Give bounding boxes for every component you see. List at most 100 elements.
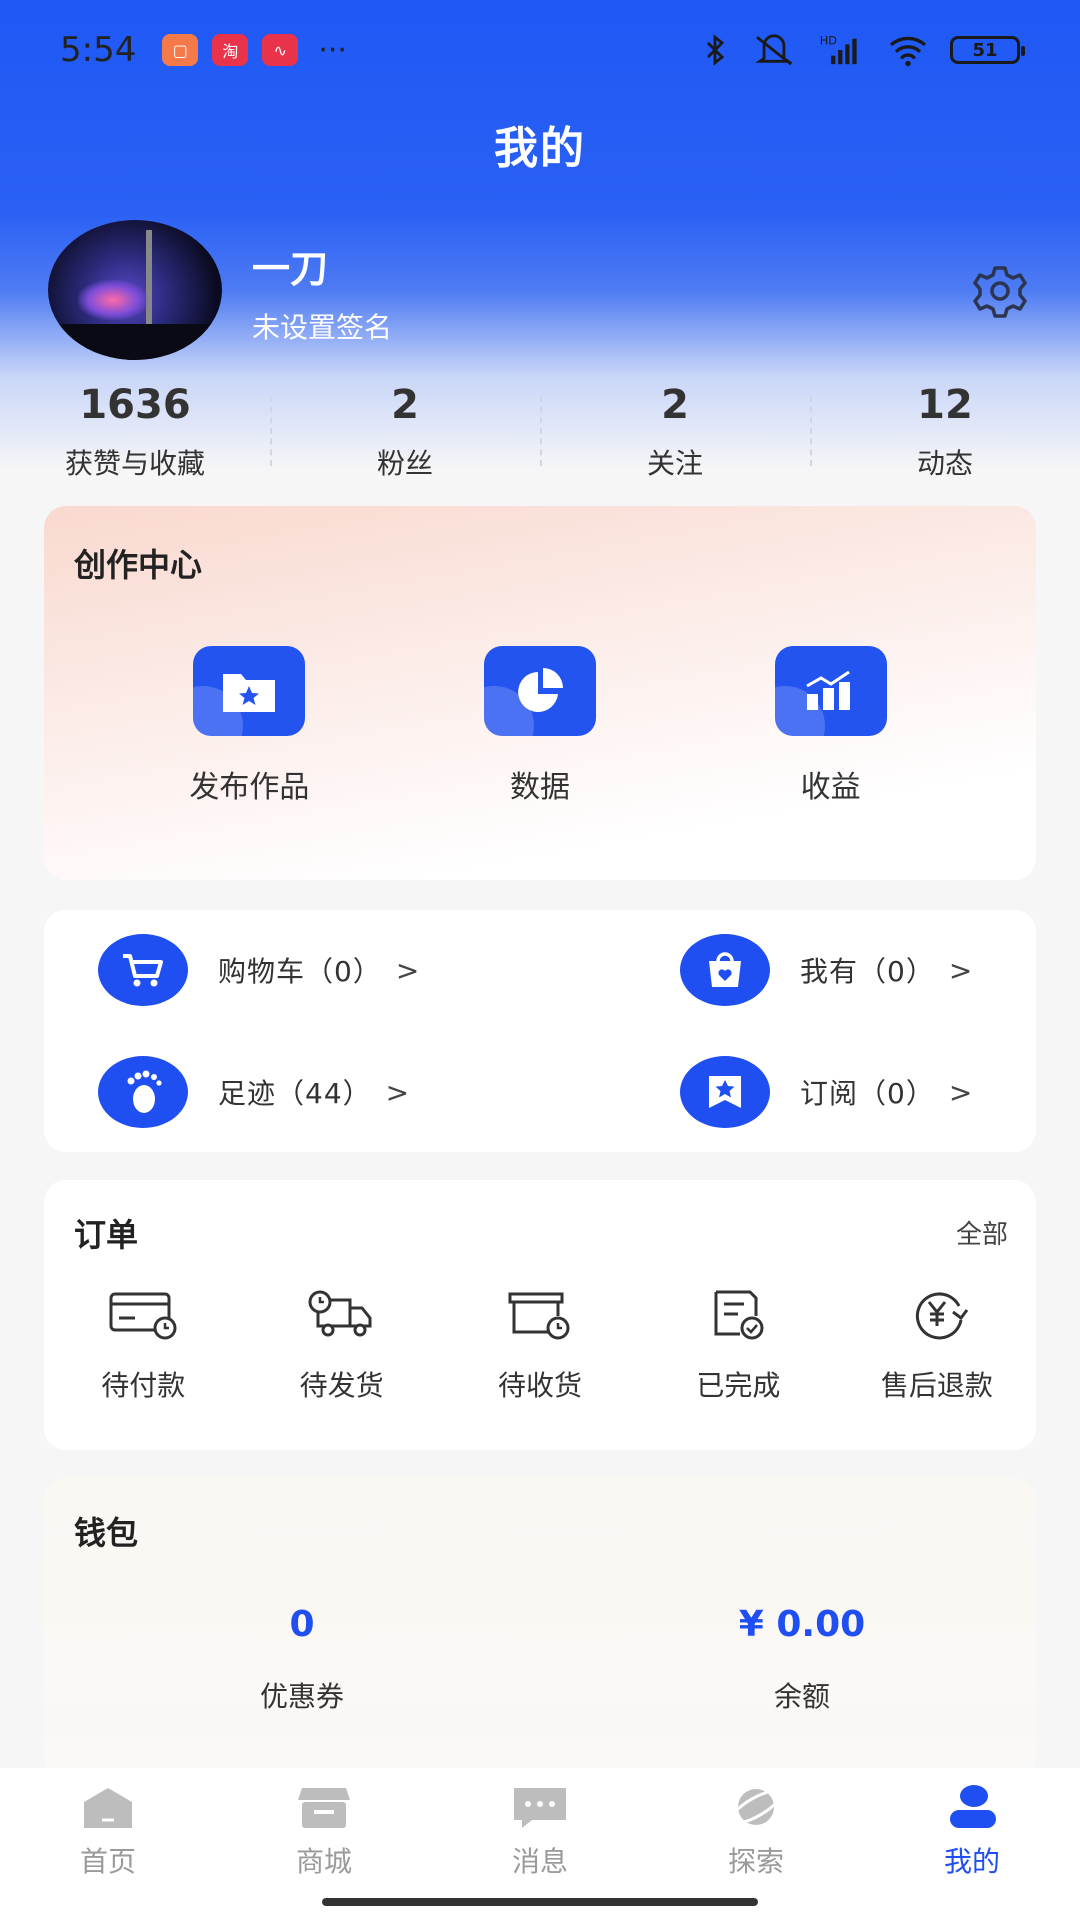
truck-clock-icon <box>308 1290 372 1337</box>
doc-check-icon <box>714 1290 764 1340</box>
order-pending-shipment[interactable]: 待发货 <box>242 1286 440 1404</box>
signal-icon: HD <box>820 33 857 65</box>
bluetooth-icon <box>706 34 725 66</box>
app-notification-icon: ▢ <box>162 34 199 66</box>
tab-explore-label: 探索 <box>727 1845 784 1878</box>
orders-title: 订单 <box>74 1216 139 1254</box>
message-icon <box>514 1788 566 1828</box>
owned-label: 我有（0） <box>800 955 935 988</box>
order-completed[interactable]: 已完成 <box>639 1286 837 1404</box>
orders-card: 订单 全部 待付款 待发货 待收货 已完成 售后退款 <box>44 1180 1036 1450</box>
cart-shortcut[interactable]: 购物车（0） > <box>98 934 419 1006</box>
data-button[interactable]: 数据 <box>445 646 635 806</box>
stat-label: 粉丝 <box>376 447 433 480</box>
chevron-right-icon: > <box>385 1075 410 1109</box>
stat-value: 12 <box>917 382 973 428</box>
orders-all-link[interactable]: 全部 <box>956 1214 1008 1251</box>
cart-icon <box>98 934 188 1006</box>
stat-label: 获赞与收藏 <box>64 447 205 480</box>
creation-center-title: 创作中心 <box>74 546 203 584</box>
settings-gear-icon[interactable] <box>964 262 1036 320</box>
earnings-label: 收益 <box>800 770 861 805</box>
mute-icon <box>755 34 793 66</box>
pie-chart-icon <box>483 646 596 736</box>
coupon-count: 0 <box>289 1604 315 1645</box>
owned-shortcut[interactable]: 我有（0） > <box>680 934 972 1006</box>
status-system-icons: HD 51 <box>698 33 1025 67</box>
folder-star-icon <box>193 646 306 736</box>
subscription-label: 订阅（0） <box>800 1077 935 1110</box>
tab-store-label: 商城 <box>295 1845 352 1878</box>
avatar-photo-lights <box>78 280 148 320</box>
order-pending-receipt-label: 待收货 <box>498 1369 583 1402</box>
footprint-icon <box>98 1056 188 1128</box>
tab-messages-label: 消息 <box>511 1845 568 1878</box>
card-clock-icon <box>109 1292 177 1340</box>
creation-center-card: 创作中心 发布作品 数据 收益 <box>44 506 1036 880</box>
balance-amount: ¥ 0.00 <box>738 1604 866 1645</box>
wallet-title: 钱包 <box>74 1514 139 1552</box>
footprint-label: 足迹（44） <box>218 1077 372 1110</box>
tab-home-label: 首页 <box>79 1845 136 1878</box>
username[interactable]: 一刀 <box>252 238 328 293</box>
bag-heart-icon <box>680 934 770 1006</box>
order-pending-payment-label: 待付款 <box>101 1369 186 1402</box>
status-bar: 5:54 ▢ 淘 ∿ ··· HD 51 <box>0 0 1080 100</box>
order-refund-label: 售后退款 <box>880 1369 993 1402</box>
page-title: 我的 <box>494 123 586 174</box>
subscription-shortcut[interactable]: 订阅（0） > <box>680 1056 972 1128</box>
stat-value: 2 <box>391 382 419 428</box>
stat-label: 动态 <box>916 447 973 480</box>
cart-label: 购物车（0） <box>218 955 382 988</box>
battery-icon: 51 <box>950 36 1025 64</box>
status-more-icon: ··· <box>318 32 347 68</box>
publish-work-button[interactable]: 发布作品 <box>154 646 344 806</box>
chevron-right-icon: > <box>948 1075 973 1109</box>
avatar-photo-crowd <box>48 324 222 360</box>
order-pending-shipment-label: 待发货 <box>299 1369 384 1402</box>
publish-work-label: 发布作品 <box>189 770 310 805</box>
home-indicator[interactable] <box>322 1898 758 1906</box>
tab-home[interactable]: 首页 <box>0 1782 216 1920</box>
avatar[interactable] <box>48 220 222 360</box>
stat-fans[interactable]: 2 粉丝 <box>270 382 540 482</box>
wallet-card: 钱包 0 优惠券 ¥ 0.00 余额 <box>44 1478 1036 1778</box>
footprint-shortcut[interactable]: 足迹（44） > <box>98 1056 409 1128</box>
yuan-refund-icon <box>915 1292 969 1340</box>
tab-profile-label: 我的 <box>943 1845 1000 1878</box>
stat-following[interactable]: 2 关注 <box>540 382 810 482</box>
status-time: 5:54 <box>60 30 137 70</box>
chevron-right-icon: > <box>395 953 420 987</box>
order-pending-payment[interactable]: 待付款 <box>44 1286 242 1404</box>
shortcuts-card: 购物车（0） > 我有（0） > 足迹（44） > 订阅（0） > <box>44 910 1036 1152</box>
signature[interactable]: 未设置签名 <box>252 306 392 346</box>
balance-label: 余额 <box>773 1680 830 1713</box>
stat-likes[interactable]: 1636 获赞与收藏 <box>0 382 270 482</box>
taobao-notification-icon: 淘 <box>212 34 249 66</box>
data-label: 数据 <box>509 770 570 805</box>
earnings-button[interactable]: 收益 <box>736 646 926 806</box>
wifi-icon <box>889 36 927 67</box>
profile-stats: 1636 获赞与收藏 2 粉丝 2 关注 12 动态 <box>0 382 1080 482</box>
stat-value: 2 <box>661 382 689 428</box>
music-notification-icon: ∿ <box>262 34 299 66</box>
profile-icon <box>950 1785 996 1828</box>
planet-icon <box>729 1789 783 1825</box>
stat-posts[interactable]: 12 动态 <box>810 382 1080 482</box>
home-icon <box>84 1788 132 1828</box>
chevron-right-icon: > <box>948 953 973 987</box>
network-type-label: HD <box>820 33 838 47</box>
bookmark-star-icon <box>680 1056 770 1128</box>
order-completed-label: 已完成 <box>696 1369 781 1402</box>
coupon-label: 优惠券 <box>259 1680 344 1713</box>
wallet-balance[interactable]: ¥ 0.00 余额 <box>652 1604 952 1715</box>
order-pending-receipt[interactable]: 待收货 <box>441 1286 639 1404</box>
order-refund[interactable]: 售后退款 <box>838 1286 1036 1404</box>
tab-profile[interactable]: 我的 <box>864 1782 1080 1920</box>
stat-value: 1636 <box>79 382 191 428</box>
wallet-coupons[interactable]: 0 优惠券 <box>152 1604 452 1715</box>
box-clock-icon <box>508 1292 570 1340</box>
stat-label: 关注 <box>646 447 703 480</box>
store-icon <box>298 1788 350 1828</box>
bar-chart-icon <box>774 646 887 736</box>
